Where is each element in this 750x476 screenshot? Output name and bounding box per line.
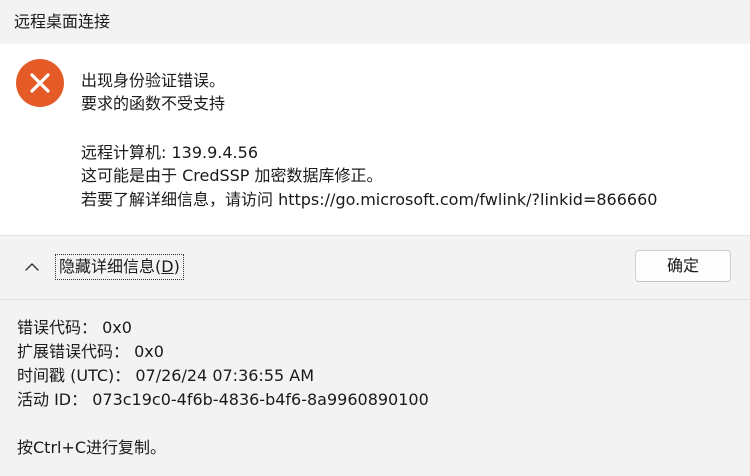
error-reason: 要求的函数不受支持 xyxy=(81,94,226,113)
error-heading: 出现身份验证错误。 xyxy=(81,71,226,90)
error-x-icon xyxy=(16,59,64,107)
control-bar: 隐藏详细信息(D) 确定 xyxy=(0,236,750,299)
hide-details-button[interactable]: 隐藏详细信息(D) xyxy=(55,254,184,280)
remote-computer-text: 远程计算机: 139.9.4.56 xyxy=(81,143,258,162)
message-area: 出现身份验证错误。 要求的函数不受支持 远程计算机: 139.9.4.56 这可… xyxy=(0,44,750,235)
hide-details-suffix: ) xyxy=(173,257,180,276)
hide-details-label: 隐藏详细信息( xyxy=(59,257,162,276)
details-area: 错误代码： 0x0 扩展错误代码： 0x0 时间戳 (UTC)： 07/26/2… xyxy=(0,300,750,476)
title-bar: 远程桌面连接 xyxy=(0,0,750,44)
timestamp: 时间戳 (UTC)： 07/26/24 07:36:55 AM xyxy=(17,366,315,385)
more-info-text: 若要了解详细信息，请访问 https://go.microsoft.com/fw… xyxy=(81,190,658,209)
extended-error-code: 扩展错误代码： 0x0 xyxy=(17,342,164,361)
activity-id: 活动 ID： 073c19c0-4f6b-4836-b4f6-8a9960890… xyxy=(17,390,429,409)
chevron-up-icon[interactable] xyxy=(22,257,42,277)
credssp-text: 这可能是由于 CredSSP 加密数据库修正。 xyxy=(81,166,383,185)
rdp-error-dialog: 远程桌面连接 出现身份验证错误。 要求的函数不受支持 远程计算机: 139.9.… xyxy=(0,0,750,476)
copy-hint: 按Ctrl+C进行复制。 xyxy=(17,438,167,457)
error-code: 错误代码： 0x0 xyxy=(17,318,132,337)
hide-details-mnemonic: D xyxy=(161,257,174,276)
ok-button[interactable]: 确定 xyxy=(635,250,731,282)
window-title: 远程桌面连接 xyxy=(14,12,111,31)
